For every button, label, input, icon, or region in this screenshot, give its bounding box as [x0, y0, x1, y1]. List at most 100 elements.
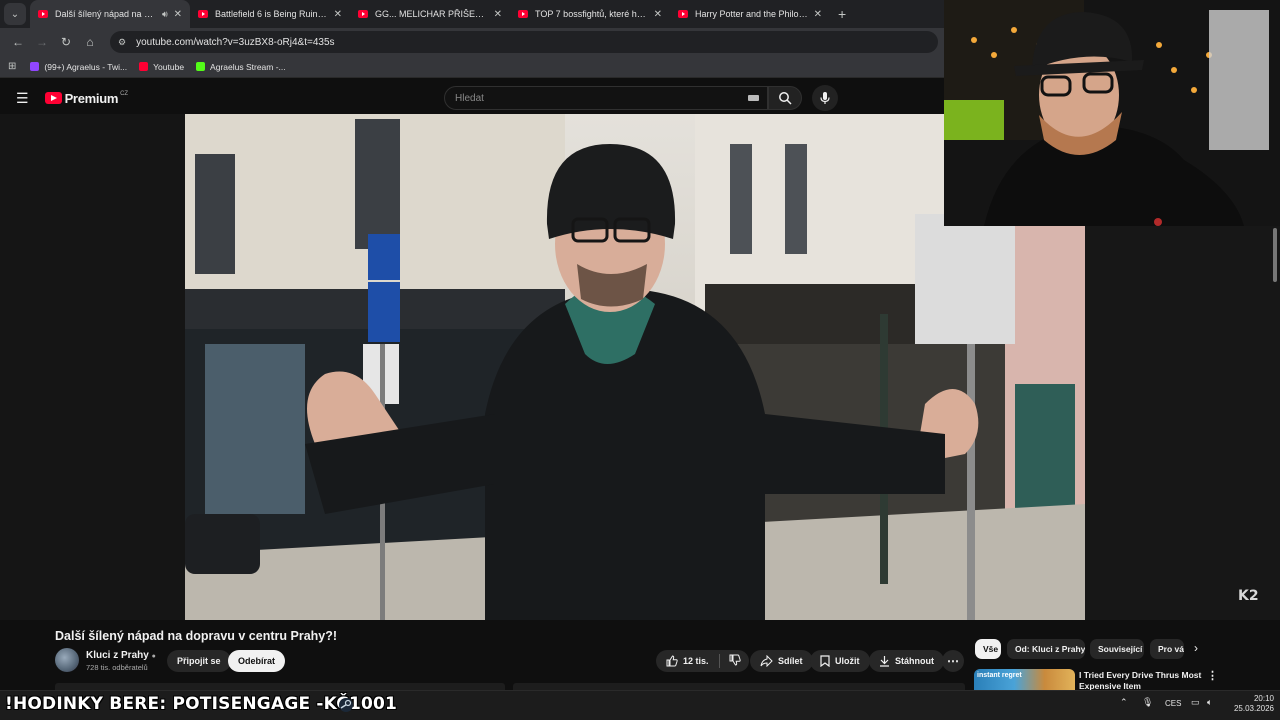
url-text: youtube.com/watch?v=3uzBX8-oRj4&t=435s	[136, 36, 335, 48]
browser-tab-strip: ⌄ Další šílený nápad na doprava 🔊︎ ✕ Bat…	[0, 0, 944, 28]
clock-time: 20:10	[1253, 694, 1274, 703]
tab-3[interactable]: GG... MELICHAR PŘIŠEL O DALŠÍ ✕	[350, 0, 510, 28]
page-scrollbar[interactable]	[1273, 228, 1277, 282]
youtube-favicon-icon	[518, 10, 528, 18]
bookmark-kick[interactable]: Agraelus Stream -...	[196, 62, 286, 72]
chip-all[interactable]: Vše	[975, 639, 1001, 659]
apps-grid-icon[interactable]: ⊞	[8, 61, 16, 72]
close-tab-icon[interactable]: ✕	[654, 9, 662, 20]
search-button[interactable]	[768, 86, 802, 110]
like-button[interactable]: 12 tis.	[666, 655, 709, 667]
search-placeholder: Hledat	[455, 92, 484, 104]
share-button[interactable]: Sdílet	[750, 650, 813, 672]
youtube-favicon-icon	[38, 10, 48, 18]
menu-hamburger-icon[interactable]: ☰	[16, 90, 29, 107]
description-placeholder	[55, 683, 965, 690]
youtube-favicon-icon	[198, 10, 208, 18]
browser-toolbar: ← → ↻ ⌂ ⚙ youtube.com/watch?v=3uzBX8-oRj…	[0, 28, 944, 56]
streamer-webcam	[944, 0, 1280, 226]
like-dislike-group: 12 tis.	[656, 650, 749, 672]
site-info-icon[interactable]: ⚙	[118, 37, 126, 48]
close-tab-icon[interactable]: ✕	[494, 9, 502, 20]
youtube-favicon-icon	[358, 10, 368, 18]
chips-next-chevron-icon[interactable]: ›	[1194, 641, 1198, 655]
bookmark-save-icon	[820, 655, 830, 667]
tab-title: Battlefield 6 is Being Ruined By	[215, 9, 328, 19]
bookmark-label: (99+) Agraelus - Twi...	[44, 61, 128, 72]
search-icon	[779, 92, 792, 105]
thumbs-down-icon	[729, 654, 741, 666]
chip-for-you[interactable]: Pro vás	[1150, 639, 1184, 659]
video-title: Další šílený nápad na dopravu v centru P…	[55, 629, 338, 643]
more-actions-button[interactable]: ⋯	[942, 650, 964, 672]
save-button[interactable]: Uložit	[810, 650, 870, 672]
home-icon[interactable]: ⌂	[78, 35, 102, 49]
steam-icon[interactable]	[338, 697, 354, 713]
tab-title: Další šílený nápad na doprava	[55, 9, 158, 19]
back-arrow-icon[interactable]: ←	[6, 35, 30, 49]
youtube-play-logo-icon	[44, 92, 62, 104]
kick-icon	[196, 62, 206, 71]
bookmarks-bar: ⊞ (99+) Agraelus - Twi... Youtube Agrael…	[0, 56, 944, 78]
bookmark-twitch[interactable]: (99+) Agraelus - Twi...	[30, 62, 127, 72]
like-count: 12 tis.	[683, 656, 709, 666]
tab-5[interactable]: Harry Potter and the Philosophe ✕	[670, 0, 830, 28]
dislike-button[interactable]	[729, 654, 741, 668]
close-tab-icon[interactable]: ✕	[334, 9, 342, 20]
reload-icon[interactable]: ↻	[54, 35, 78, 49]
country-code: CZ	[120, 90, 129, 97]
keyboard-icon[interactable]	[748, 95, 759, 101]
voice-search-button[interactable]	[812, 85, 838, 111]
screen: ⌄ Další šílený nápad na doprava 🔊︎ ✕ Bat…	[0, 0, 1280, 720]
close-tab-icon[interactable]: ✕	[174, 9, 182, 20]
address-bar[interactable]: ⚙ youtube.com/watch?v=3uzBX8-oRj4&t=435s	[110, 31, 938, 53]
recommendation-thumbnail[interactable]: instant regret	[974, 669, 1075, 690]
tab-2[interactable]: Battlefield 6 is Being Ruined By ✕	[190, 0, 350, 28]
thumbnail-caption: instant regret	[977, 672, 1022, 679]
search-input[interactable]: Hledat	[444, 86, 768, 110]
system-clock[interactable]: 20:10 25.03.2026	[1228, 694, 1274, 714]
youtube-masthead: ☰ Premium CZ Hledat	[0, 82, 944, 114]
download-label: Stáhnout	[895, 656, 934, 666]
bookmark-label: Agraelus Stream -...	[210, 61, 286, 72]
microphone-tray-icon[interactable]: 🎙︎	[1142, 697, 1153, 708]
clock-date: 25.03.2026	[1233, 704, 1274, 713]
subscribe-button[interactable]: Odebírat	[228, 650, 286, 672]
twitch-icon	[30, 62, 40, 71]
chip-from-channel[interactable]: Od: Kluci z Prahy	[1007, 639, 1085, 659]
thumbs-up-icon	[666, 655, 678, 667]
tab-1[interactable]: Další šílený nápad na doprava 🔊︎ ✕	[30, 0, 190, 28]
recommendation-menu-icon[interactable]: ⋮	[1207, 669, 1218, 682]
bookmark-youtube[interactable]: Youtube	[139, 62, 184, 72]
channel-name[interactable]: Kluci z Prahy ●	[86, 650, 156, 661]
forward-arrow-icon[interactable]: →	[30, 35, 54, 49]
subscriber-count: 728 tis. odběratelů	[86, 663, 148, 672]
language-indicator[interactable]: CES	[1165, 699, 1181, 708]
network-icon[interactable]: ▭	[1191, 697, 1200, 708]
microphone-icon	[820, 92, 830, 104]
recommendation-title[interactable]: I Tried Every Drive Thrus Most Expensive…	[1079, 670, 1204, 690]
youtube-favicon-icon	[678, 10, 688, 18]
logo-text: Premium	[64, 90, 119, 106]
chip-related[interactable]: Související	[1090, 639, 1144, 659]
tray-chevron-up-icon[interactable]: ⌃	[1120, 697, 1128, 708]
new-tab-plus-icon[interactable]: +	[838, 6, 846, 22]
channel-avatar[interactable]	[55, 648, 79, 672]
tab-search-chevron-icon[interactable]: ⌄	[4, 3, 26, 25]
close-tab-icon[interactable]: ✕	[814, 9, 822, 20]
comments-box[interactable]	[513, 683, 965, 690]
channel-watermark[interactable]: K2	[1238, 588, 1259, 604]
speaker-icon[interactable]: 🔊︎	[162, 9, 168, 20]
youtube-icon	[139, 62, 149, 71]
bookmark-label: Youtube	[153, 61, 185, 72]
channel-name-text: Kluci z Prahy	[86, 650, 149, 661]
join-button[interactable]: Připojit se	[167, 650, 231, 672]
share-arrow-icon	[760, 655, 773, 667]
download-icon	[880, 656, 889, 667]
tab-title: GG... MELICHAR PŘIŠEL O DALŠÍ	[375, 9, 488, 19]
download-button[interactable]: Stáhnout	[869, 650, 944, 672]
tab-4[interactable]: TOP 7 bossfightů, které hraničí ✕	[510, 0, 670, 28]
youtube-premium-logo[interactable]: Premium CZ	[44, 90, 129, 106]
volume-icon[interactable]: 🔈︎	[1207, 697, 1212, 708]
description-box[interactable]	[55, 683, 505, 690]
